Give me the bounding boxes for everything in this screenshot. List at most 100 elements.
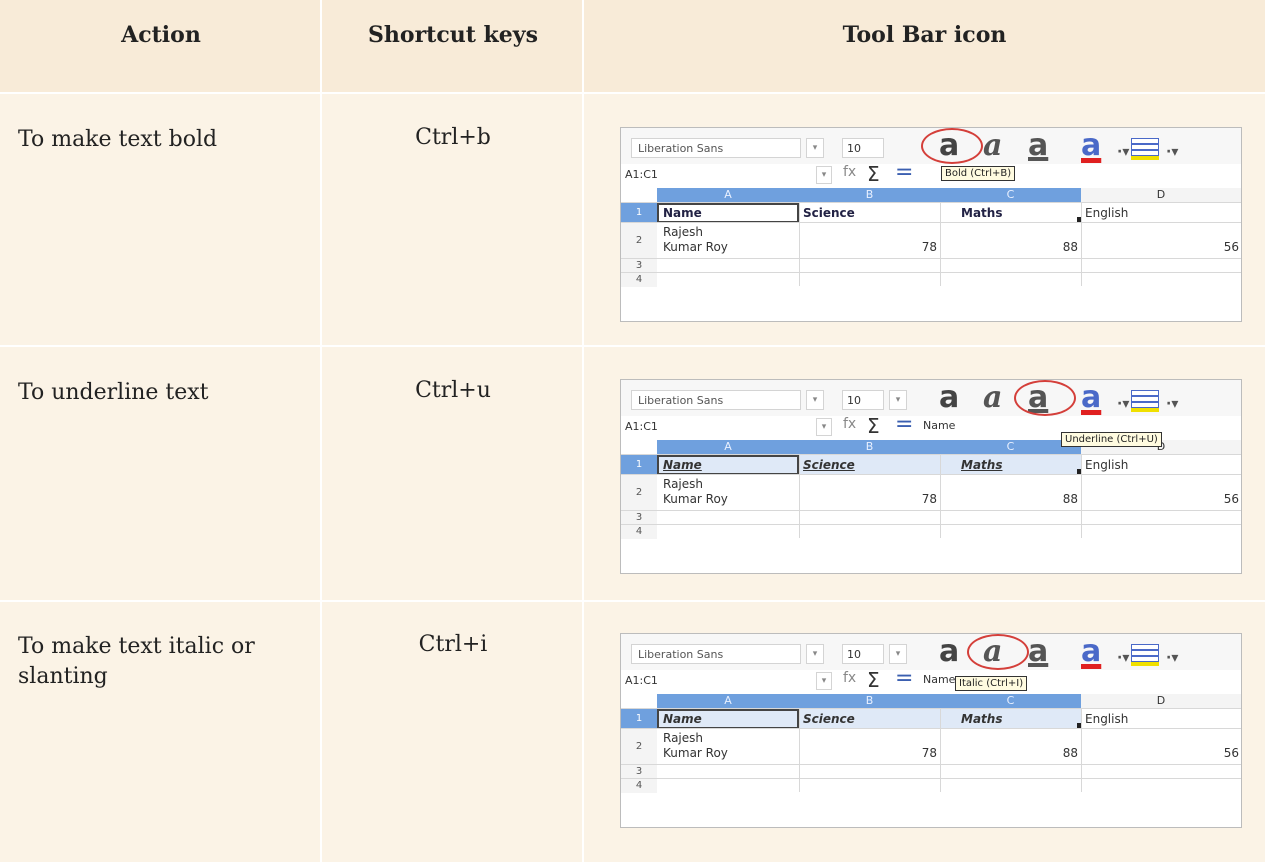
cell-d2[interactable]: 56 — [1081, 240, 1239, 254]
function-wizard-icon[interactable]: fx — [843, 670, 856, 686]
cell-c1[interactable]: Maths — [961, 712, 1002, 726]
cell-a2-line2[interactable]: Kumar Roy — [663, 492, 728, 506]
font-color-icon[interactable]: a — [1081, 636, 1101, 668]
cell-c2[interactable]: 88 — [940, 240, 1078, 254]
row-number[interactable]: 4 — [621, 779, 657, 793]
formula-icon[interactable]: = — [895, 160, 913, 185]
sum-icon[interactable]: Σ — [867, 668, 880, 692]
cell-a1[interactable]: Name — [663, 712, 702, 726]
column-a[interactable]: A — [657, 694, 799, 708]
font-size-box[interactable]: 10 — [842, 390, 884, 410]
sum-icon[interactable]: Σ — [867, 414, 880, 438]
cell-b1[interactable]: Science — [803, 712, 855, 726]
name-box[interactable]: A1:C1 — [625, 672, 825, 690]
cell-c2[interactable]: 88 — [940, 492, 1078, 506]
underline-icon[interactable]: a — [1028, 636, 1048, 668]
row-number[interactable]: 2 — [621, 729, 657, 765]
row-number[interactable]: 4 — [621, 525, 657, 539]
chevron-down-icon[interactable]: ▾ — [816, 418, 832, 436]
cell-c2[interactable]: 88 — [940, 746, 1078, 760]
cell-b1[interactable]: Science — [803, 206, 855, 220]
row-number[interactable]: 3 — [621, 259, 657, 273]
cell-a2-line1[interactable]: Rajesh — [663, 225, 703, 239]
chevron-down-icon[interactable]: ▾ — [816, 166, 832, 184]
sum-icon[interactable]: Σ — [867, 162, 880, 186]
chevron-down-icon[interactable]: ▾ — [806, 644, 824, 664]
formula-input[interactable]: Name — [923, 673, 955, 686]
cell-d1[interactable]: English — [1085, 458, 1128, 472]
cell-c1[interactable]: Maths — [961, 206, 1002, 220]
highlight-circle — [921, 128, 983, 164]
column-d[interactable]: D — [1081, 694, 1241, 708]
bold-icon[interactable]: a — [939, 636, 959, 668]
row-bold-action: To make text bold — [18, 127, 218, 152]
font-color-icon[interactable]: a — [1081, 130, 1101, 162]
column-d[interactable]: D — [1081, 188, 1241, 202]
cell-c1[interactable]: Maths — [961, 458, 1002, 472]
toolbar: Liberation Sans ▾ 10 ▾ a a a a ·▾ ·▾ — [621, 380, 1241, 416]
font-name-box[interactable]: Liberation Sans — [631, 644, 801, 664]
row-number[interactable]: 3 — [621, 511, 657, 525]
font-name-box[interactable]: Liberation Sans — [631, 138, 801, 158]
cell-d2[interactable]: 56 — [1081, 492, 1239, 506]
column-b[interactable]: B — [799, 188, 940, 202]
column-a[interactable]: A — [657, 440, 799, 454]
cell-d2[interactable]: 56 — [1081, 746, 1239, 760]
chevron-down-icon[interactable]: ▾ — [816, 672, 832, 690]
grid-line — [799, 454, 800, 538]
font-size-box[interactable]: 10 — [842, 644, 884, 664]
cell-a2-line1[interactable]: Rajesh — [663, 477, 703, 491]
italic-icon[interactable]: a — [983, 130, 1002, 162]
grid-line — [1081, 202, 1082, 286]
name-box[interactable]: A1:C1 — [625, 418, 825, 436]
formula-icon[interactable]: = — [895, 412, 913, 437]
row-number[interactable]: 1 — [621, 455, 657, 475]
table-row: 4 — [621, 778, 1241, 793]
cell-b2[interactable]: 78 — [799, 492, 937, 506]
row-underline-action: To underline text — [18, 380, 209, 405]
column-b[interactable]: B — [799, 440, 940, 454]
cell-a1[interactable]: Name — [663, 206, 702, 220]
highlight-icon[interactable] — [1131, 390, 1159, 408]
row-number[interactable]: 3 — [621, 765, 657, 779]
cell-a2-line1[interactable]: Rajesh — [663, 731, 703, 745]
cell-a2-line2[interactable]: Kumar Roy — [663, 746, 728, 760]
cell-a1[interactable]: Name — [663, 458, 702, 472]
column-c[interactable]: C — [940, 188, 1081, 202]
row-number[interactable]: 4 — [621, 273, 657, 287]
cell-d1[interactable]: English — [1085, 712, 1128, 726]
bold-icon[interactable]: a — [939, 382, 959, 414]
cell-b1[interactable]: Science — [803, 458, 855, 472]
function-wizard-icon[interactable]: fx — [843, 416, 856, 432]
cell-d1[interactable]: English — [1085, 206, 1128, 220]
chevron-down-icon[interactable]: ▾ — [806, 138, 824, 158]
function-wizard-icon[interactable]: fx — [843, 164, 856, 180]
font-size-box[interactable]: 10 — [842, 138, 884, 158]
highlight-icon[interactable] — [1131, 644, 1159, 662]
row-number[interactable]: 1 — [621, 709, 657, 729]
italic-icon[interactable]: a — [983, 382, 1002, 414]
chevron-down-icon[interactable]: ▾ — [889, 644, 907, 664]
column-c[interactable]: C — [940, 440, 1081, 454]
formula-icon[interactable]: = — [895, 666, 913, 691]
name-box[interactable]: A1:C1 — [625, 166, 825, 184]
row-number[interactable]: 2 — [621, 475, 657, 511]
chevron-down-icon[interactable]: ▾ — [889, 390, 907, 410]
cell-b2[interactable]: 78 — [799, 746, 937, 760]
column-b[interactable]: B — [799, 694, 940, 708]
chevron-down-icon[interactable]: ▾ — [806, 390, 824, 410]
cell-b2[interactable]: 78 — [799, 240, 937, 254]
table-row: 1 Name Science Maths English — [621, 454, 1241, 475]
column-c[interactable]: C — [940, 694, 1081, 708]
row-number[interactable]: 1 — [621, 203, 657, 223]
table-row: 2 Rajesh Kumar Roy 78 88 56 — [621, 474, 1241, 511]
column-a[interactable]: A — [657, 188, 799, 202]
cell-a2-line2[interactable]: Kumar Roy — [663, 240, 728, 254]
font-color-icon[interactable]: a — [1081, 382, 1101, 414]
formula-input[interactable]: Name — [923, 419, 955, 432]
font-name-box[interactable]: Liberation Sans — [631, 390, 801, 410]
underline-icon[interactable]: a — [1028, 130, 1048, 162]
row-number[interactable]: 2 — [621, 223, 657, 259]
table-row: 1 Name Science Maths English — [621, 202, 1241, 223]
highlight-icon[interactable] — [1131, 138, 1159, 156]
